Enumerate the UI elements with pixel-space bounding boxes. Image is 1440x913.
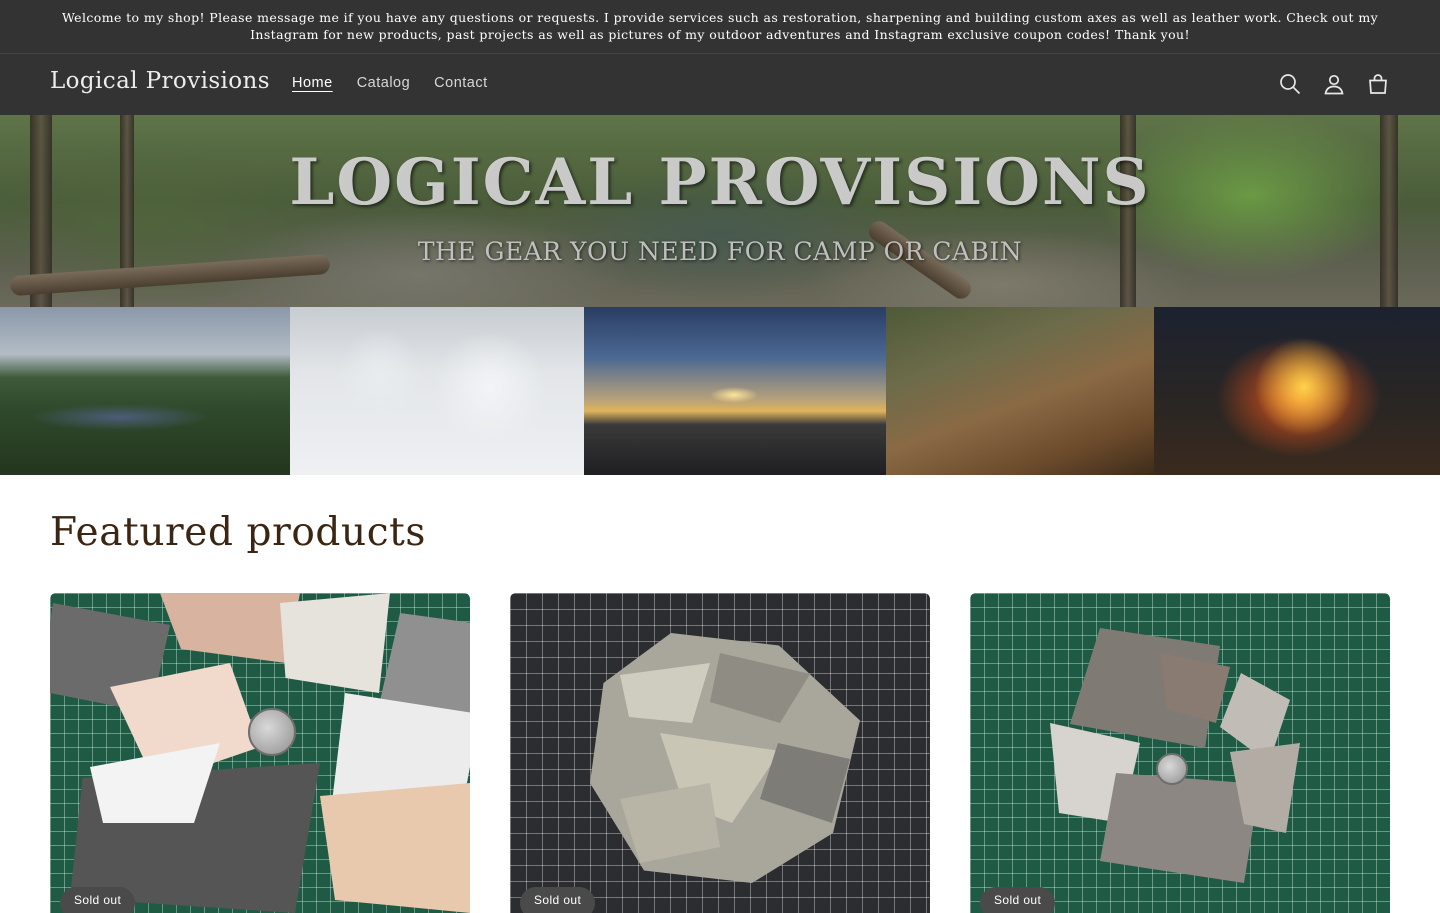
search-icon[interactable]	[1278, 70, 1302, 98]
sold-out-badge: Sold out	[520, 887, 596, 913]
sold-out-badge: Sold out	[980, 887, 1056, 913]
product-grid: Sold out Sold out Sold out	[50, 593, 1390, 913]
product-card[interactable]: Sold out	[510, 593, 930, 913]
snow-forest-photo	[290, 307, 584, 475]
product-card[interactable]: Sold out	[970, 593, 1390, 913]
cabin-photo	[886, 307, 1154, 475]
announcement-bar: Welcome to my shop! Please message me if…	[0, 0, 1440, 54]
nav-item-catalog[interactable]: Catalog	[345, 73, 422, 93]
announcement-text: Welcome to my shop! Please message me if…	[61, 10, 1379, 42]
hero-banner: LOGICAL PROVISIONS THE GEAR YOU NEED FOR…	[0, 115, 1440, 475]
hero-title: LOGICAL PROVISIONS	[289, 145, 1151, 220]
product-image	[970, 593, 1390, 913]
product-card[interactable]: Sold out	[50, 593, 470, 913]
main-nav: Home Catalog Contact	[280, 73, 500, 93]
store-logo-link[interactable]: Logical Provisions	[50, 68, 270, 94]
hero-tagline: THE GEAR YOU NEED FOR CAMP OR CABIN	[417, 237, 1023, 266]
header-actions	[1278, 70, 1390, 98]
account-icon[interactable]	[1322, 70, 1346, 98]
site-header: Logical Provisions Home Catalog Contact	[0, 54, 1440, 115]
dime-coin	[1156, 753, 1188, 785]
featured-products-heading: Featured products	[50, 510, 427, 555]
nav-item-home[interactable]: Home	[280, 73, 345, 93]
lake-photo	[0, 307, 290, 475]
sold-out-badge: Sold out	[60, 887, 136, 913]
product-image	[50, 593, 470, 913]
product-image	[510, 593, 930, 913]
cart-icon[interactable]	[1366, 70, 1390, 98]
hero-photo-strip	[0, 307, 1440, 475]
quarter-coin	[248, 708, 296, 756]
sunset-photo	[584, 307, 886, 475]
campfire-photo	[1154, 307, 1440, 475]
nav-item-contact[interactable]: Contact	[422, 73, 499, 93]
